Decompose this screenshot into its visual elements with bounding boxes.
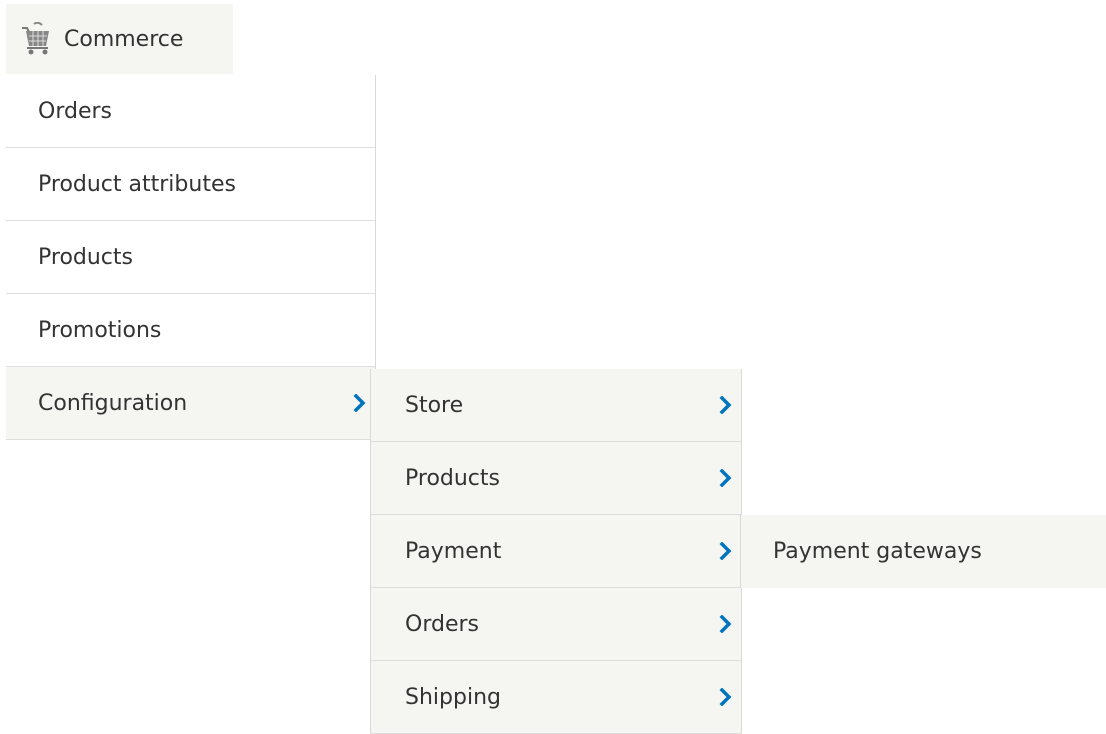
menu-item-label: Products — [38, 244, 133, 270]
menu-item-label: Products — [405, 465, 500, 491]
chevron-right-icon[interactable] — [719, 542, 733, 560]
chevron-right-icon[interactable] — [719, 396, 733, 414]
submenu-item-orders[interactable]: Orders — [371, 588, 741, 661]
commerce-toolbar-tab[interactable]: Commerce — [6, 4, 233, 74]
shopping-cart-icon — [20, 21, 52, 56]
menu-item-label: Payment gateways — [773, 539, 982, 564]
submenu-item-payment-gateways[interactable]: Payment gateways — [741, 515, 1106, 588]
menu-item-orders[interactable]: Orders — [6, 75, 375, 148]
menu-item-label: Orders — [38, 98, 112, 124]
menu-item-label: Shipping — [405, 684, 501, 710]
submenu-item-store[interactable]: Store — [371, 369, 741, 442]
menu-item-label: Orders — [405, 611, 479, 637]
menu-item-label: Promotions — [38, 317, 162, 343]
menu-item-label: Product attributes — [38, 171, 236, 197]
menu-item-product-attributes[interactable]: Product attributes — [6, 148, 375, 221]
submenu-item-payment[interactable]: Payment — [371, 515, 741, 588]
commerce-tab-label: Commerce — [64, 26, 184, 52]
menu-item-label: Store — [405, 392, 464, 418]
payment-submenu: Payment gateways — [740, 515, 1106, 588]
configuration-submenu: Store Products Payment Orders Shipping — [370, 369, 742, 734]
commerce-menu: Orders Product attributes Products Promo… — [6, 75, 376, 440]
chevron-right-icon[interactable] — [719, 469, 733, 487]
submenu-item-products[interactable]: Products — [371, 442, 741, 515]
menu-item-products[interactable]: Products — [6, 221, 375, 294]
chevron-right-icon[interactable] — [719, 615, 733, 633]
menu-item-label: Configuration — [38, 390, 188, 416]
menu-item-label: Payment — [405, 538, 502, 564]
chevron-right-icon[interactable] — [353, 394, 367, 412]
submenu-item-shipping[interactable]: Shipping — [371, 661, 741, 734]
menu-item-promotions[interactable]: Promotions — [6, 294, 375, 367]
chevron-right-icon[interactable] — [719, 688, 733, 706]
menu-item-configuration[interactable]: Configuration — [6, 367, 375, 440]
